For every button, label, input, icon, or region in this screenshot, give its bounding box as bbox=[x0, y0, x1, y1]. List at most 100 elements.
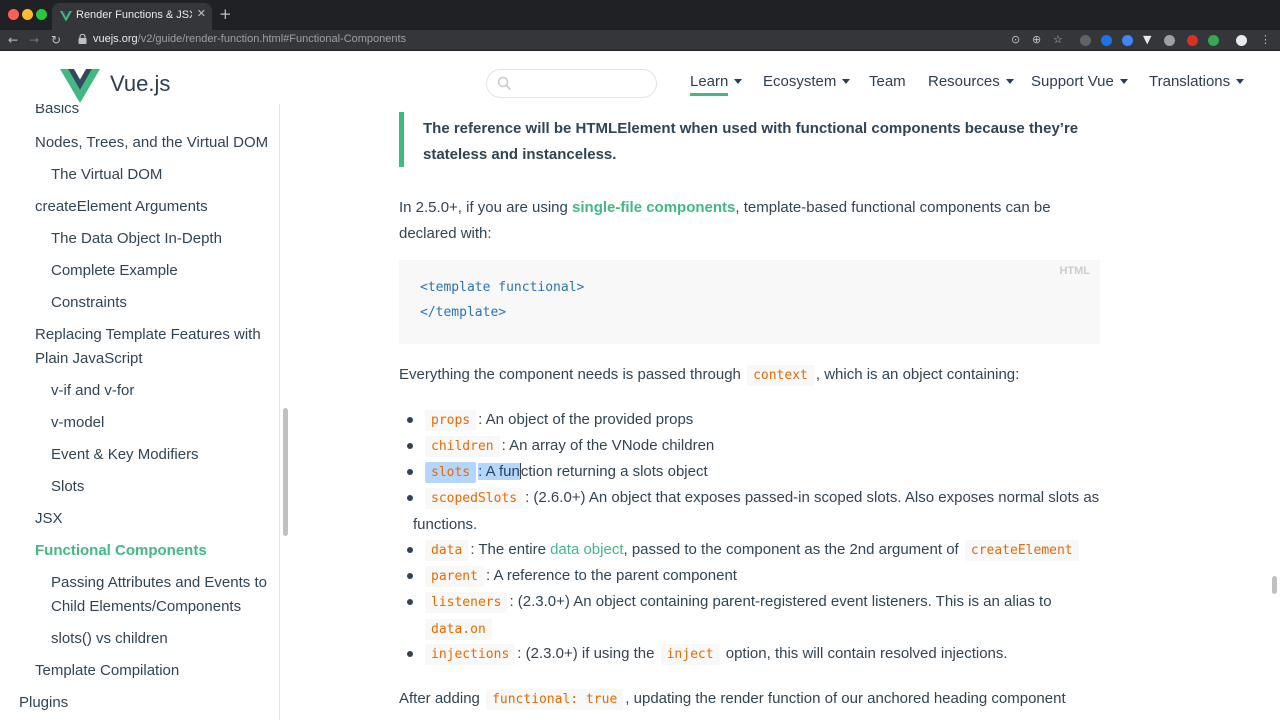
sidebar-item-slots[interactable]: Slots bbox=[51, 478, 84, 495]
paragraph-text: , updating the render function of our an… bbox=[625, 690, 1066, 707]
extension-icon[interactable] bbox=[1080, 35, 1091, 46]
search-box[interactable] bbox=[486, 69, 657, 98]
code-language-label: HTML bbox=[1059, 265, 1090, 277]
sidebar-item-jsx[interactable]: JSX bbox=[35, 510, 63, 527]
minimize-window-button[interactable] bbox=[22, 9, 33, 20]
list-item: slots: A function returning a slots obje… bbox=[423, 459, 1103, 486]
bullet bbox=[407, 443, 413, 449]
list-item: parent: A reference to the parent compon… bbox=[423, 563, 1103, 590]
list-item-text: : (2.3.0+) An object containing parent-r… bbox=[509, 593, 1052, 610]
nav-learn[interactable]: Learn bbox=[690, 73, 743, 96]
extension-icon[interactable] bbox=[1208, 35, 1219, 46]
bullet bbox=[407, 547, 413, 553]
paragraph-text: Everything the component needs is passed… bbox=[399, 366, 746, 383]
browser-tab-bar: Render Functions & JSX — Vue.js ✕ + bbox=[0, 0, 1280, 30]
profile-avatar[interactable] bbox=[1236, 35, 1247, 46]
single-file-components-link[interactable]: single-file components bbox=[572, 199, 735, 216]
bullet bbox=[407, 651, 413, 657]
browser-menu-icon[interactable]: ⋮ bbox=[1260, 33, 1271, 47]
inline-code: parent bbox=[425, 566, 484, 587]
sidebar-scrollbar[interactable] bbox=[283, 408, 288, 536]
inline-code: createElement bbox=[964, 540, 1079, 561]
sidebar-item-nodes-trees[interactable]: Nodes, Trees, and the Virtual DOM bbox=[35, 134, 268, 151]
sidebar-item-passing-attributes[interactable]: Passing Attributes and Events to bbox=[51, 574, 267, 591]
list-item: children: An array of the VNode children bbox=[423, 433, 1103, 460]
new-tab-button[interactable]: + bbox=[219, 5, 232, 23]
main-content: The reference will be HTMLElement when u… bbox=[290, 104, 1270, 720]
nav-support-vue[interactable]: Support Vue bbox=[1031, 73, 1128, 90]
nav-team[interactable]: Team bbox=[869, 73, 906, 90]
data-object-link[interactable]: data object bbox=[550, 541, 623, 558]
sidebar-item-data-object[interactable]: The Data Object In-Depth bbox=[51, 230, 222, 247]
nav-translations[interactable]: Translations bbox=[1149, 73, 1245, 90]
list-item-text: : An array of the VNode children bbox=[501, 437, 715, 454]
search-icon bbox=[497, 76, 512, 91]
reload-button[interactable]: ↻ bbox=[51, 32, 61, 48]
location-icon[interactable]: ⊙ bbox=[1011, 33, 1020, 47]
forward-button[interactable]: → bbox=[29, 32, 39, 48]
sidebar-item-constraints[interactable]: Constraints bbox=[51, 294, 127, 311]
list-item-text: option, this will contain resolved injec… bbox=[721, 645, 1008, 662]
paragraph-text: , template-based functional components c… bbox=[735, 199, 1051, 216]
sidebar-item-v-model[interactable]: v-model bbox=[51, 414, 104, 431]
vue-devtools-icon[interactable]: ▼ bbox=[1143, 33, 1151, 47]
inline-code: props bbox=[425, 410, 477, 431]
browser-tab[interactable]: Render Functions & JSX — Vue.js ✕ bbox=[52, 3, 212, 30]
paragraph-sfc: In 2.5.0+, if you are using single-file … bbox=[399, 195, 1099, 247]
paragraph-text: declared with: bbox=[399, 225, 492, 242]
back-button[interactable]: ← bbox=[8, 32, 18, 48]
bullet bbox=[407, 417, 413, 423]
tab-title: Render Functions & JSX — Vue.js bbox=[76, 9, 192, 21]
sidebar-item-basics[interactable]: Basics bbox=[35, 104, 79, 117]
brand-name[interactable]: Vue.js bbox=[110, 71, 170, 97]
extension-icon[interactable] bbox=[1187, 35, 1198, 46]
chevron-down-icon bbox=[1236, 79, 1245, 84]
inline-code: functional: true bbox=[486, 689, 624, 710]
sidebar-item-plugins[interactable]: Plugins bbox=[19, 694, 68, 711]
tab-close-icon[interactable]: ✕ bbox=[197, 7, 206, 20]
page-scrollbar[interactable] bbox=[1272, 576, 1277, 594]
code-line: </template> bbox=[420, 305, 507, 320]
nav-resources[interactable]: Resources bbox=[928, 73, 1014, 90]
inline-code: inject bbox=[660, 644, 720, 665]
list-item: data: The entire data object, passed to … bbox=[423, 537, 1103, 564]
inline-code: scopedSlots bbox=[425, 488, 524, 509]
nav-ecosystem[interactable]: Ecosystem bbox=[763, 73, 851, 90]
sidebar-item-slots-vs-children[interactable]: slots() vs children bbox=[51, 630, 168, 647]
extension-icon[interactable] bbox=[1122, 35, 1133, 46]
url-path: /v2/guide/render-function.html#Functiona… bbox=[137, 33, 407, 45]
close-window-button[interactable] bbox=[8, 9, 19, 20]
inline-code: data bbox=[425, 540, 469, 561]
sidebar-item-template-compilation[interactable]: Template Compilation bbox=[35, 662, 179, 679]
tip-text: The reference will be HTMLElement when u… bbox=[423, 120, 1079, 163]
sidebar-item-replacing-template-features[interactable]: Replacing Template Features with bbox=[35, 326, 261, 343]
nav-team-label: Team bbox=[869, 73, 906, 90]
zoom-window-button[interactable] bbox=[36, 9, 47, 20]
zoom-icon[interactable]: ⊕ bbox=[1032, 33, 1041, 47]
list-item-text: : (2.6.0+) An object that exposes passed… bbox=[525, 489, 1100, 506]
sidebar-item-createelement-arguments[interactable]: createElement Arguments bbox=[35, 198, 208, 215]
extension-icon[interactable] bbox=[1101, 35, 1112, 46]
extension-icon[interactable] bbox=[1164, 35, 1175, 46]
list-item-text: : (2.3.0+) if using the bbox=[517, 645, 659, 662]
sidebar-item-v-if-v-for[interactable]: v-if and v-for bbox=[51, 382, 134, 399]
site-header: Vue.js Learn Ecosystem Team Resources Su… bbox=[0, 52, 1280, 112]
vue-logo-icon[interactable] bbox=[60, 69, 100, 103]
sidebar-item-complete-example[interactable]: Complete Example bbox=[51, 262, 178, 279]
paragraph-text: In 2.5.0+, if you are using bbox=[399, 199, 573, 216]
address-bar[interactable]: vuejs.org/v2/guide/render-function.html#… bbox=[93, 33, 406, 45]
paragraph-after-adding: After adding functional: true, updating … bbox=[399, 686, 1119, 713]
bookmark-star-icon[interactable]: ☆ bbox=[1053, 33, 1063, 47]
sidebar-item-functional-components[interactable]: Functional Components bbox=[35, 542, 207, 559]
search-input[interactable] bbox=[517, 74, 647, 94]
sidebar: Basics Nodes, Trees, and the Virtual DOM… bbox=[0, 104, 280, 720]
list-item: listeners: (2.3.0+) An object containing… bbox=[423, 589, 1103, 643]
sidebar-item-replacing-template-features-line2[interactable]: Plain JavaScript bbox=[35, 350, 143, 367]
nav-learn-label: Learn bbox=[690, 73, 729, 96]
list-item-text: ction returning a slots object bbox=[520, 463, 708, 480]
sidebar-item-virtual-dom[interactable]: The Virtual DOM bbox=[51, 166, 162, 183]
nav-resources-label: Resources bbox=[928, 73, 1000, 90]
sidebar-item-event-key-modifiers[interactable]: Event & Key Modifiers bbox=[51, 446, 199, 463]
list-item: injections: (2.3.0+) if using the inject… bbox=[423, 641, 1103, 668]
sidebar-item-passing-attributes-line2[interactable]: Child Elements/Components bbox=[51, 598, 241, 615]
